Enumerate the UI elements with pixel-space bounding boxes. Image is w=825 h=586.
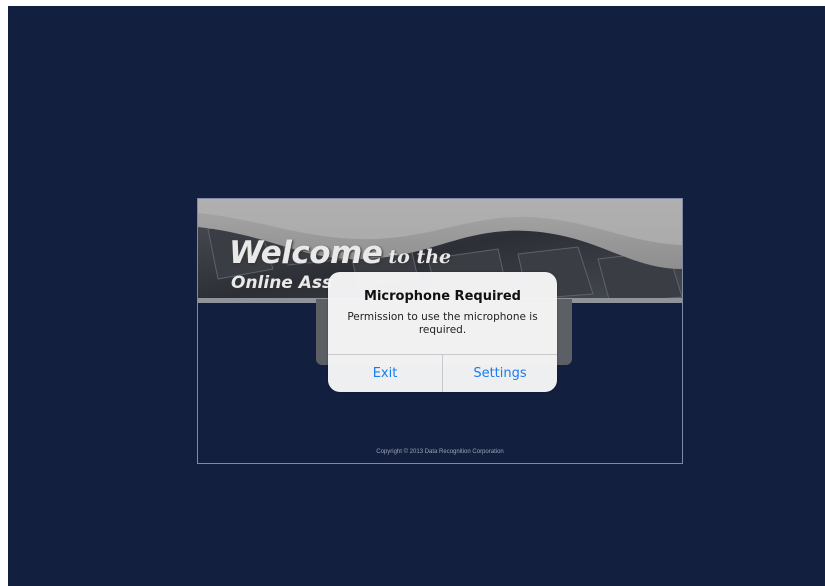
app-screen: Welcome to the Online Ass Copyright © 201…: [8, 6, 825, 586]
welcome-word: Welcome: [229, 235, 383, 271]
microphone-alert-dialog: Microphone Required Permission to use th…: [328, 272, 557, 392]
alert-message: Permission to use the microphone is requ…: [347, 311, 538, 336]
settings-button[interactable]: Settings: [443, 355, 557, 392]
welcome-to-the: to the: [388, 246, 452, 268]
welcome-heading: Welcome to the: [229, 235, 451, 271]
alert-title: Microphone Required: [364, 289, 521, 304]
welcome-subheading: Online Ass: [231, 273, 333, 293]
copyright-text: Copyright © 2013 Data Recognition Corpor…: [376, 449, 504, 455]
exit-button[interactable]: Exit: [328, 355, 442, 392]
